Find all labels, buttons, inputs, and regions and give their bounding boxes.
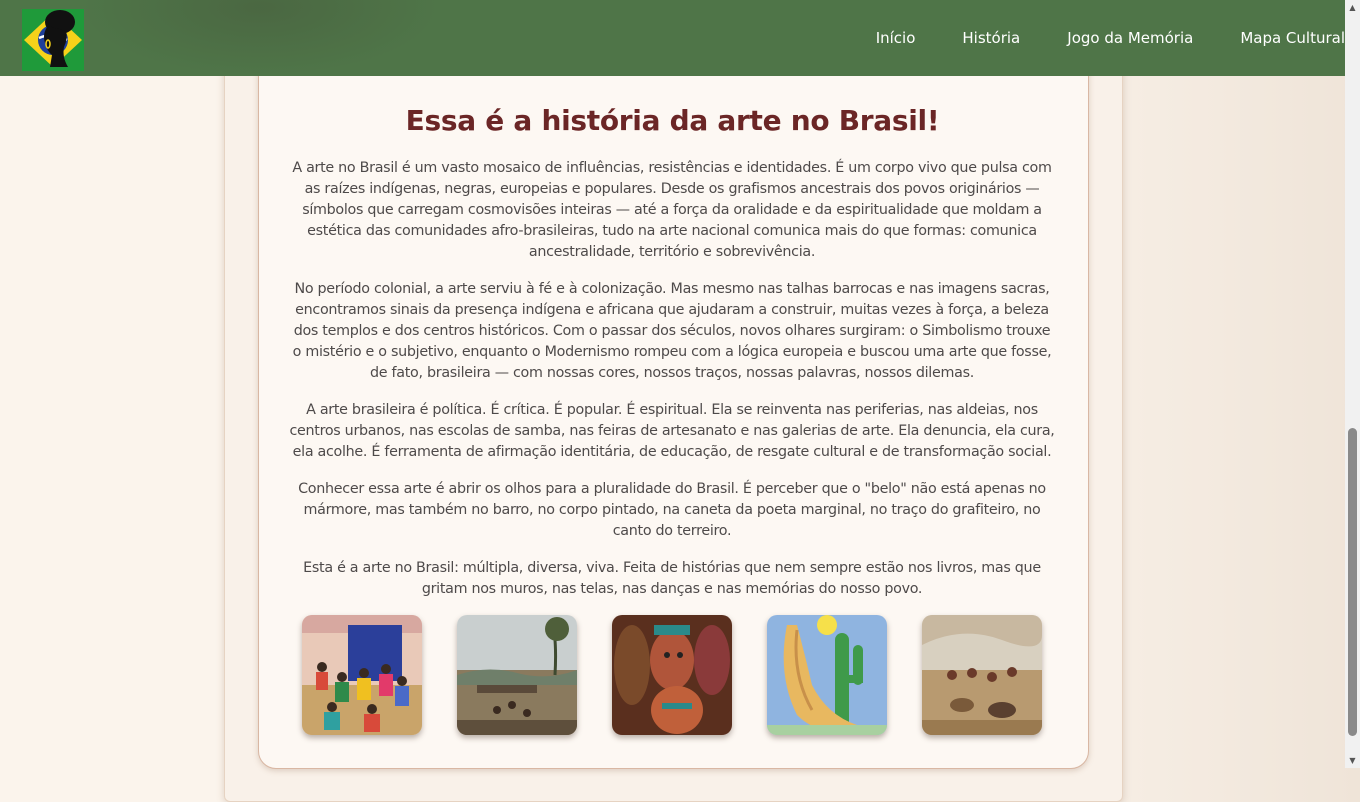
- nav-menu: Início História Jogo da Memória Mapa Cul…: [876, 0, 1345, 76]
- navbar-shadow: [80, 0, 440, 76]
- battle-scene-painting-image[interactable]: [922, 615, 1042, 735]
- page-scrollbar[interactable]: ▲ ▼: [1345, 0, 1360, 768]
- folk-dance-painting-image[interactable]: [302, 615, 422, 735]
- scrollbar-thumb[interactable]: [1348, 428, 1357, 736]
- navbar: Início História Jogo da Memória Mapa Cul…: [0, 0, 1345, 76]
- scroll-down-arrow-icon[interactable]: ▼: [1345, 753, 1360, 768]
- nav-link-jogo-da-memoria[interactable]: Jogo da Memória: [1067, 29, 1193, 47]
- nav-link-inicio[interactable]: Início: [876, 29, 916, 47]
- page-title: Essa é a história da arte no Brasil!: [405, 104, 940, 137]
- paragraph-2: No período colonial, a arte serviu à fé …: [292, 281, 1052, 381]
- woman-silhouette-brazil-flag-logo[interactable]: [22, 9, 84, 71]
- nav-link-mapa-cultural[interactable]: Mapa Cultural: [1240, 29, 1345, 47]
- paragraph-4: Conhecer essa arte é abrir os olhos para…: [298, 481, 1046, 539]
- paragraph-5: Esta é a arte no Brasil: múltipla, diver…: [303, 560, 1041, 597]
- paragraph-1: A arte no Brasil é um vasto mosaico de i…: [292, 160, 1052, 260]
- art-gallery: [302, 615, 1042, 735]
- article-body: A arte no Brasil é um vasto mosaico de i…: [288, 158, 1056, 616]
- scroll-up-arrow-icon[interactable]: ▲: [1345, 0, 1360, 15]
- carved-wooden-masks-image[interactable]: [612, 615, 732, 735]
- abaporu-cactus-painting-image[interactable]: [767, 615, 887, 735]
- nav-link-historia[interactable]: História: [962, 29, 1020, 47]
- colonial-landscape-painting-image[interactable]: [457, 615, 577, 735]
- paragraph-3: A arte brasileira é política. É crítica.…: [289, 402, 1055, 460]
